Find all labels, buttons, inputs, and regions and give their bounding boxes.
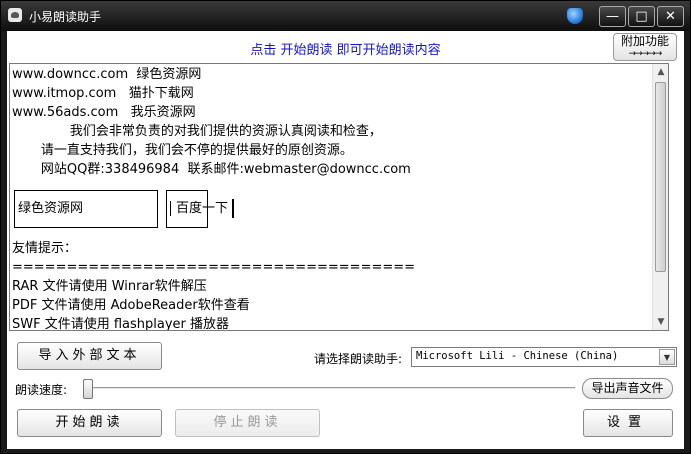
text-line: 网站QQ群:338496984 联系邮件:webmaster@downcc.co… [12, 162, 411, 177]
text-line: www.56ads.com 我乐资源网 [12, 105, 196, 120]
voice-selected-value: Microsoft Lili - Chinese (China) [416, 350, 619, 362]
speed-slider-thumb[interactable] [83, 379, 93, 399]
scroll-thumb[interactable] [655, 82, 666, 272]
speed-label: 朗读速度: [15, 383, 68, 397]
main-panel: 点击 开始朗读 即可开始朗读内容 附加功能 →→→→→ www.downcc.c… [7, 31, 684, 449]
stop-reading-button[interactable]: 停止朗读 [175, 409, 320, 437]
settings-button[interactable]: 设置 [583, 409, 673, 437]
addon-features-button[interactable]: 附加功能 →→→→→ [613, 33, 677, 61]
link-box-label: 绿色资源网 [18, 201, 84, 216]
voice-select[interactable]: Microsoft Lili - Chinese (China) ▼ [411, 347, 677, 367]
chevron-down-icon[interactable]: ▼ [659, 349, 675, 365]
export-audio-button[interactable]: 导出声音文件 [582, 378, 673, 399]
maximize-button[interactable]: □ [628, 6, 655, 27]
skin-gem-icon[interactable] [567, 8, 583, 24]
app-window: 小易朗读助手 — □ ✕ 点击 开始朗读 即可开始朗读内容 附加功能 →→→→→… [0, 0, 691, 454]
vertical-scrollbar[interactable]: ▲ ▼ [652, 64, 668, 330]
start-reading-button[interactable]: 开始朗读 [17, 409, 162, 437]
reading-text-area[interactable]: www.downcc.com 绿色资源网 www.itmop.com 猫扑下载网… [9, 63, 669, 331]
import-text-button[interactable]: 导入外部文本 [17, 342, 162, 370]
text-line: www.itmop.com 猫扑下载网 [12, 86, 194, 101]
text-line: 友情提示： [12, 241, 78, 256]
minimize-button[interactable]: — [599, 6, 626, 27]
arrow-right-icon: →→→→→ [628, 49, 663, 59]
app-icon [8, 8, 22, 22]
addon-features-label: 附加功能 [620, 34, 669, 48]
text-line: 我们会非常负责的对我们提供的资源认真阅读和检查， [12, 124, 382, 139]
text-content[interactable]: www.downcc.com 绿色资源网 www.itmop.com 猫扑下载网… [12, 65, 662, 331]
text-line: PDF 文件请使用 AdobeReader软件查看 [12, 298, 250, 313]
close-button[interactable]: ✕ [657, 6, 684, 27]
voice-select-label: 请选择朗读助手: [314, 352, 403, 366]
text-line: www.downcc.com 绿色资源网 [12, 67, 202, 82]
start-hint-text: 点击 开始朗读 即可开始朗读内容 [250, 43, 441, 58]
window-title: 小易朗读助手 [29, 10, 102, 24]
text-line: SWF 文件请使用 flashplayer 播放器 [12, 317, 230, 331]
link-box-row: 绿色资源网 百度一下 [12, 188, 662, 230]
scroll-up-icon[interactable]: ▲ [653, 64, 668, 80]
link-box-label: 百度一下 [169, 199, 235, 218]
speed-slider-track[interactable] [85, 387, 575, 390]
text-line: ===================================== [12, 260, 416, 275]
text-line: 请一直支持我们，我们会不停的提供最好的原创资源。 [12, 143, 353, 158]
text-line: RAR 文件请使用 Winrar软件解压 [12, 279, 207, 294]
title-bar[interactable]: 小易朗读助手 — □ ✕ [1, 1, 690, 31]
scroll-down-icon[interactable]: ▼ [653, 314, 668, 330]
